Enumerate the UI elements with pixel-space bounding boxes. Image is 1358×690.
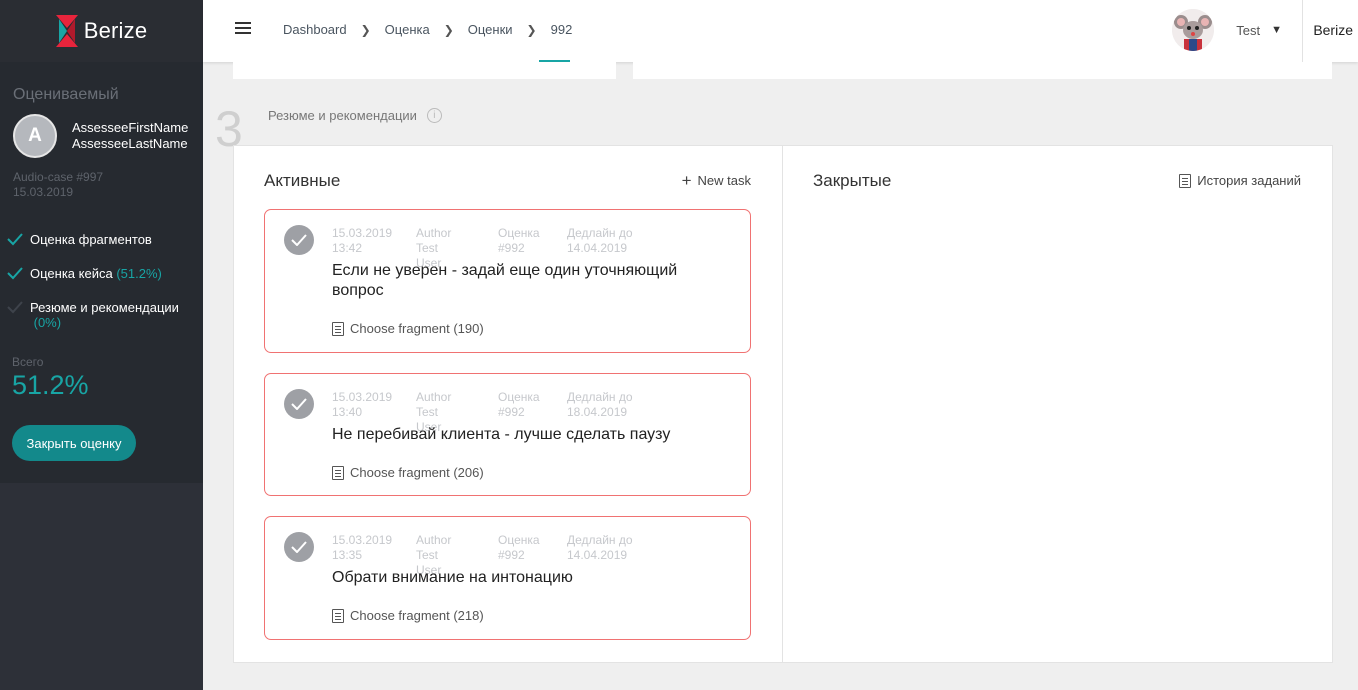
task-history-label: История заданий — [1197, 173, 1301, 188]
assessee-person: A AssesseeFirstName AssesseeLastName — [0, 104, 203, 158]
chevron-right-icon: ❯ — [443, 22, 454, 37]
topbar-divider — [1302, 0, 1303, 62]
case-date: 15.03.2019 — [13, 185, 74, 199]
task-card[interactable]: 15.03.2019 13:42 Author Test User Оценка #9… — [264, 209, 751, 353]
progress-steps: Оценка фрагментов Оценка кейса (51.2%) Р… — [0, 200, 203, 330]
document-icon — [332, 608, 344, 623]
check-icon — [7, 301, 23, 314]
breadcrumb-evaluation[interactable]: Оценка — [385, 22, 430, 37]
document-icon — [1179, 173, 1192, 188]
breadcrumb-current[interactable]: 992 — [551, 22, 573, 37]
task-text: Не перебивай клиента - лучше сделать пау… — [332, 426, 671, 443]
closed-column: Закрытые История заданий — [783, 146, 1332, 662]
breadcrumb-dashboard[interactable]: Dashboard — [283, 22, 347, 37]
breadcrumb: Dashboard ❯ Оценка ❯ Оценки ❯ 992 — [283, 22, 572, 37]
assessee-first-name: AssesseeFirstName — [72, 120, 188, 135]
section-title: Резюме и рекомендации i — [268, 108, 442, 123]
assessee-avatar: A — [13, 114, 57, 158]
chevron-right-icon: ❯ — [526, 22, 537, 37]
step-label: Оценка фрагментов — [30, 232, 152, 247]
breadcrumb-evaluations[interactable]: Оценки — [468, 22, 513, 37]
task-complete-button[interactable] — [284, 389, 314, 419]
sidebar: Berize Оцениваемый A AssesseeFirstName A… — [0, 0, 203, 690]
mouse-avatar-icon — [1172, 9, 1215, 51]
task-card[interactable]: 15.03.2019 13:40 Author Test User Оценка #9… — [264, 373, 751, 496]
user-avatar[interactable] — [1172, 9, 1215, 51]
task-complete-button[interactable] — [284, 225, 314, 255]
topbar: Dashboard ❯ Оценка ❯ Оценки ❯ 992 Test ▼… — [203, 0, 1358, 62]
info-icon[interactable]: i — [426, 108, 442, 123]
check-icon — [291, 541, 307, 553]
tasks-board: Активные + New task 15.03.2019 13:42 Auth… — [233, 145, 1333, 663]
case-label: Audio-case #997 — [13, 170, 104, 184]
user-menu[interactable]: Test ▼ — [1172, 9, 1282, 51]
step-percent: (0%) — [33, 315, 62, 330]
main-content: 3 Резюме и рекомендации i Активные + New… — [203, 62, 1358, 690]
step-percent: (51.2%) — [116, 266, 162, 281]
active-title: Активные — [264, 171, 341, 190]
task-text: Обрати внимание на интонацию — [332, 569, 573, 586]
step-label: Резюме и рекомендации (0%) — [30, 300, 179, 330]
task-card[interactable]: 15.03.2019 13:35 Author Test User Оценка #9… — [264, 516, 751, 640]
check-icon — [291, 234, 307, 246]
topbar-brand[interactable]: Berize — [1313, 22, 1353, 38]
step-summary[interactable]: Резюме и рекомендации (0%) — [6, 300, 203, 330]
new-task-label: New task — [697, 173, 751, 188]
task-list: 15.03.2019 13:42 Author Test User Оценка #9… — [264, 209, 751, 660]
brand-logo-area[interactable]: Berize — [0, 0, 203, 62]
fragment-label: Choose fragment (190) — [350, 321, 484, 336]
choose-fragment-link[interactable]: Choose fragment (218) — [332, 608, 484, 623]
document-icon — [332, 321, 344, 336]
step-fragments[interactable]: Оценка фрагментов — [6, 232, 203, 247]
check-icon — [7, 233, 23, 246]
previous-card-bottom — [233, 62, 616, 79]
user-name[interactable]: Test — [1236, 23, 1260, 38]
chevron-right-icon: ❯ — [360, 22, 371, 37]
berize-logo-icon — [55, 15, 78, 47]
brand-name: Berize — [83, 18, 148, 43]
total-label: Всего — [12, 355, 44, 369]
assessee-last-name: AssesseeLastName — [72, 136, 188, 151]
assessee-names: AssesseeFirstName AssesseeLastName — [72, 120, 188, 152]
active-column: Активные + New task 15.03.2019 13:42 Auth… — [234, 146, 783, 662]
previous-card-bottom — [633, 62, 1332, 79]
check-icon — [291, 398, 307, 410]
section-title-text: Резюме и рекомендации — [268, 108, 417, 123]
closed-title: Закрытые — [813, 171, 892, 190]
assessee-panel: Оцениваемый A AssesseeFirstName Assessee… — [0, 62, 203, 483]
fragment-label: Choose fragment (218) — [350, 608, 484, 623]
case-meta: Audio-case #997 15.03.2019 — [0, 158, 203, 200]
choose-fragment-link[interactable]: Choose fragment (206) — [332, 465, 484, 480]
new-task-button[interactable]: + New task — [681, 171, 751, 190]
document-icon — [332, 465, 344, 480]
assessee-section-title: Оцениваемый — [13, 86, 119, 103]
check-icon — [7, 267, 23, 280]
choose-fragment-link[interactable]: Choose fragment (190) — [332, 321, 484, 336]
total-value: 51.2% — [12, 370, 89, 400]
step-case[interactable]: Оценка кейса (51.2%) — [6, 266, 203, 281]
task-text: Если не уверен - задай еще один уточняющ… — [332, 262, 678, 299]
step-label: Оценка кейса (51.2%) — [30, 266, 162, 281]
menu-icon[interactable] — [235, 22, 251, 36]
caret-down-icon[interactable]: ▼ — [1271, 24, 1282, 36]
plus-icon: + — [681, 171, 692, 190]
close-assessment-button[interactable]: Закрыть оценку — [12, 425, 136, 461]
task-history-link[interactable]: История заданий — [1179, 173, 1301, 188]
fragment-label: Choose fragment (206) — [350, 465, 484, 480]
task-complete-button[interactable] — [284, 532, 314, 562]
